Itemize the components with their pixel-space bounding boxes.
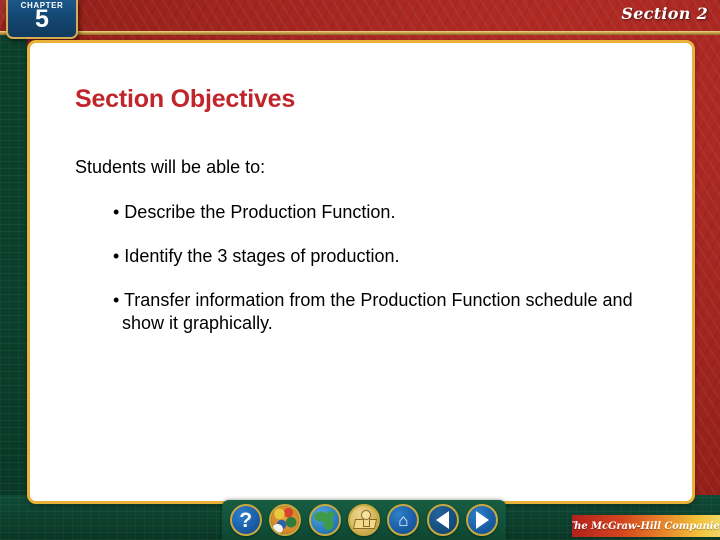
previous-button[interactable] <box>426 504 459 536</box>
publisher-name: The McGraw-Hill Companies <box>572 520 720 532</box>
palette-icon <box>271 506 300 534</box>
chapter-tab: CHAPTER 5 <box>6 0 78 39</box>
header-gold-rule <box>0 31 720 35</box>
slide-root: Section 2 CHAPTER 5 Section Objectives S… <box>0 0 720 540</box>
globe-icon <box>310 506 339 534</box>
list-item: • Describe the Production Function. <box>113 202 396 222</box>
previous-icon <box>436 511 450 529</box>
podium-icon <box>350 506 378 534</box>
palette-button[interactable] <box>269 504 302 536</box>
mouse-icon <box>272 524 284 533</box>
help-button[interactable]: ? <box>229 504 262 536</box>
globe-button[interactable] <box>308 504 341 536</box>
header-band: Section 2 <box>0 0 720 34</box>
objectives-list: • Describe the Production Function. • Id… <box>113 201 673 335</box>
podium-button[interactable] <box>347 504 380 536</box>
green-left-border <box>0 34 27 540</box>
home-button[interactable]: ⌂ <box>387 504 420 536</box>
list-item: • Identify the 3 stages of production. <box>113 246 400 267</box>
next-icon <box>475 511 489 529</box>
chapter-number: 5 <box>35 5 49 33</box>
lead-text: Students will be able to: <box>75 157 266 177</box>
navigation-bar: ? ⌂ <box>222 500 506 540</box>
navigation-icons: ? ⌂ <box>222 504 506 536</box>
next-button[interactable] <box>466 504 499 536</box>
publisher-logo: The McGraw-Hill Companies <box>572 515 720 537</box>
list-item: • Transfer information from the Producti… <box>113 290 633 334</box>
help-icon: ? <box>239 508 253 532</box>
page-title: Section Objectives <box>75 85 296 113</box>
content-panel: Section Objectives Students will be able… <box>27 40 695 504</box>
home-icon: ⌂ <box>398 510 409 530</box>
section-label: Section 2 <box>621 4 708 23</box>
